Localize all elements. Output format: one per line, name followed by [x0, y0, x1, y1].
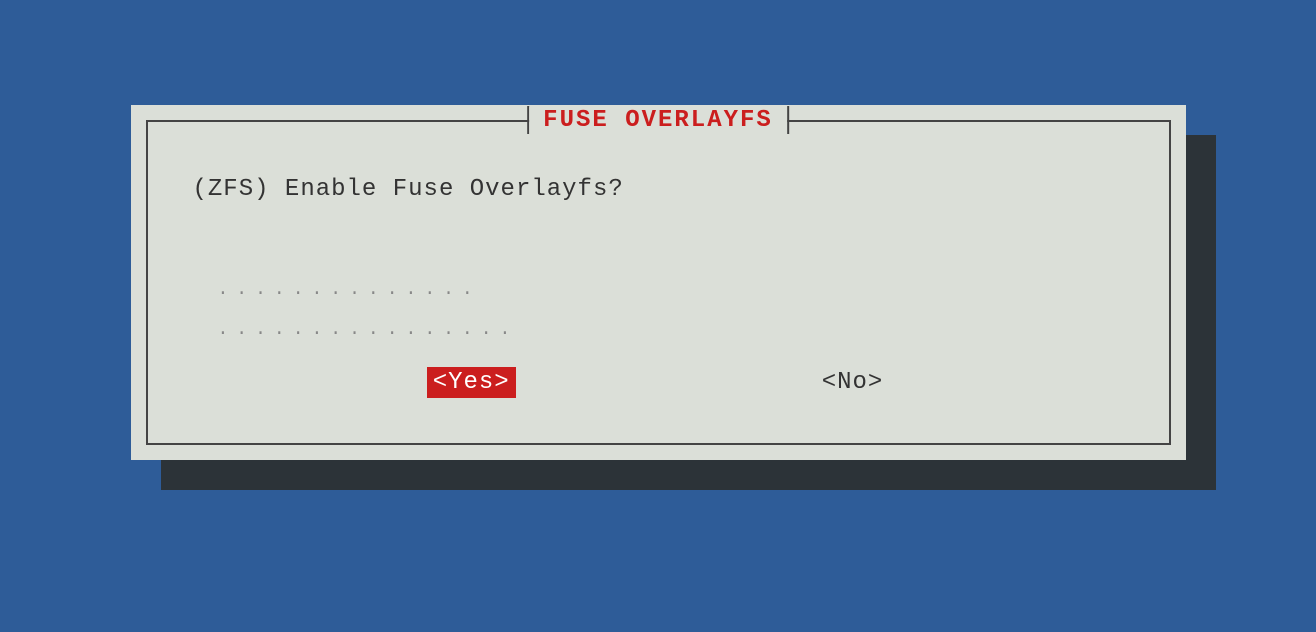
button-row: <Yes> <No> — [148, 367, 1169, 398]
dialog-title: FUSE OVERLAYFS — [529, 107, 787, 134]
dots-line-2: ................ — [218, 310, 519, 350]
title-container: FUSE OVERLAYFS — [527, 106, 789, 134]
dots-line-1: .............. — [218, 270, 519, 310]
yes-button[interactable]: <Yes> — [427, 367, 516, 398]
dialog-border: FUSE OVERLAYFS (ZFS) Enable Fuse Overlay… — [146, 120, 1171, 445]
dialog-box: FUSE OVERLAYFS (ZFS) Enable Fuse Overlay… — [131, 105, 1186, 460]
title-bracket-right — [787, 106, 789, 134]
dotted-decoration: .............. ................ — [218, 270, 519, 350]
dialog-message: (ZFS) Enable Fuse Overlayfs? — [193, 176, 624, 203]
dialog-wrapper: FUSE OVERLAYFS (ZFS) Enable Fuse Overlay… — [131, 105, 1186, 460]
no-button[interactable]: <No> — [816, 367, 890, 398]
